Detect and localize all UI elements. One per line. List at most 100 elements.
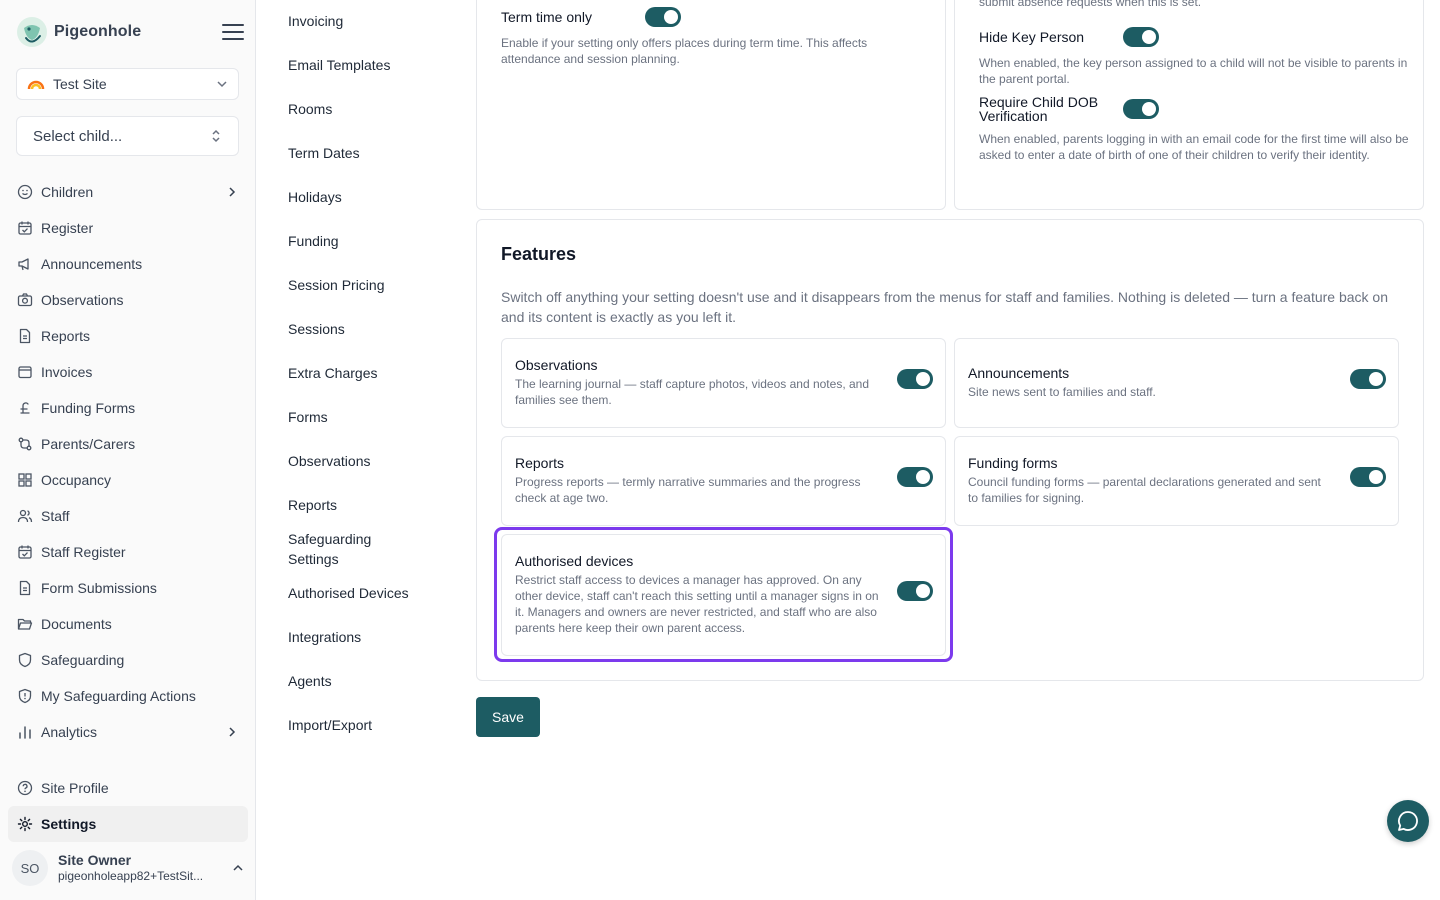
save-button[interactable]: Save bbox=[476, 697, 540, 737]
settings-nav-funding[interactable]: Funding bbox=[288, 231, 428, 251]
sidebar-item-site-profile[interactable]: Site Profile bbox=[8, 770, 248, 806]
sidebar-item-label: Invoices bbox=[41, 364, 93, 380]
require-dob-desc: When enabled, parents logging in with an… bbox=[979, 132, 1409, 162]
shield-icon bbox=[18, 652, 32, 668]
megaphone-icon bbox=[18, 258, 29, 271]
features-desc: Switch off anything your setting doesn't… bbox=[501, 289, 1388, 325]
reports-toggle[interactable] bbox=[897, 467, 933, 487]
features-title: Features bbox=[501, 244, 577, 264]
rainbow-icon bbox=[27, 80, 45, 90]
child-select-placeholder: Select child... bbox=[33, 127, 123, 145]
sidebar-item-label: Staff Register bbox=[41, 544, 126, 560]
settings-nav-safeguarding-settings[interactable]: Safeguarding Settings bbox=[288, 529, 388, 569]
hide-key-person-toggle[interactable] bbox=[1123, 27, 1159, 47]
require-dob-toggle[interactable] bbox=[1123, 99, 1159, 119]
pigeon-logo-icon bbox=[17, 17, 47, 47]
sidebar-item-form-submissions[interactable]: Form Submissions bbox=[8, 570, 248, 606]
smile-icon bbox=[17, 184, 33, 200]
chevron-down-icon bbox=[217, 81, 227, 88]
sidebar-item-analytics[interactable]: Analytics bbox=[8, 714, 248, 750]
sidebar-item-register[interactable]: Register bbox=[8, 210, 248, 246]
settings-nav-reports[interactable]: Reports bbox=[288, 495, 428, 515]
sidebar-item-children[interactable]: Children bbox=[8, 174, 248, 210]
sidebar-item-funding-forms[interactable]: Funding Forms bbox=[8, 390, 248, 426]
feature-title: Funding forms bbox=[968, 455, 1058, 471]
feature-funding-forms: Funding forms Council funding forms — pa… bbox=[954, 436, 1399, 526]
sidebar-item-label: My Safeguarding Actions bbox=[41, 688, 196, 704]
chat-button[interactable] bbox=[1387, 800, 1429, 842]
sidebar-item-observations[interactable]: Observations bbox=[8, 282, 248, 318]
settings-nav-extra-charges[interactable]: Extra Charges bbox=[288, 363, 428, 383]
sidebar-item-parents-carers[interactable]: Parents/Carers bbox=[8, 426, 248, 462]
settings-nav-forms[interactable]: Forms bbox=[288, 407, 428, 427]
settings-nav-term-dates[interactable]: Term Dates bbox=[288, 143, 428, 163]
sidebar-item-label: Register bbox=[41, 220, 94, 236]
sidebar-item-invoices[interactable]: Invoices bbox=[8, 354, 248, 390]
user-name: Site Owner bbox=[58, 852, 132, 868]
sidebar-item-reports[interactable]: Reports bbox=[8, 318, 248, 354]
hide-key-person-desc: When enabled, the key person assigned to… bbox=[979, 56, 1408, 86]
site-select-value: Test Site bbox=[53, 76, 107, 92]
document-icon bbox=[19, 580, 31, 596]
shield-alert-icon bbox=[18, 688, 32, 704]
settings-nav-integrations[interactable]: Integrations bbox=[288, 627, 428, 647]
sidebar-item-label: Analytics bbox=[41, 724, 98, 740]
settings-nav-rooms[interactable]: Rooms bbox=[288, 99, 428, 119]
feature-title: Announcements bbox=[968, 365, 1070, 381]
sidebar-item-documents[interactable]: Documents bbox=[8, 606, 248, 642]
sidebar-item-staff[interactable]: Staff bbox=[8, 498, 248, 534]
general-settings-card: Term time only Enable if your setting on… bbox=[476, 0, 946, 210]
term-time-label: Term time only bbox=[501, 9, 593, 25]
site-select[interactable]: Test Site bbox=[16, 68, 239, 100]
sidebar-item-my-safeguarding-actions[interactable]: My Safeguarding Actions bbox=[8, 678, 248, 714]
chat-bubble-icon bbox=[1398, 811, 1418, 831]
git-compare-icon bbox=[18, 437, 32, 451]
authorised-devices-toggle[interactable] bbox=[897, 581, 933, 601]
sidebar-item-label: Staff bbox=[41, 508, 70, 524]
child-select[interactable]: Select child... bbox=[16, 116, 239, 156]
settings-nav-session-pricing[interactable]: Session Pricing bbox=[288, 275, 428, 295]
settings-nav-invoicing[interactable]: Invoicing bbox=[288, 11, 428, 31]
announcements-toggle[interactable] bbox=[1350, 369, 1386, 389]
settings-nav-observations[interactable]: Observations bbox=[288, 451, 428, 471]
settings-nav-agents[interactable]: Agents bbox=[288, 671, 428, 691]
menu-toggle-button[interactable] bbox=[218, 20, 248, 44]
settings-nav-import-export[interactable]: Import/Export bbox=[288, 715, 428, 735]
settings-nav-email-templates[interactable]: Email Templates bbox=[288, 55, 428, 75]
sidebar-item-label: Documents bbox=[41, 616, 112, 632]
grid-icon bbox=[18, 473, 32, 487]
feature-desc: Site news sent to families and staff. bbox=[968, 385, 1156, 399]
require-dob-label: Require Child DOB Verification bbox=[979, 94, 1099, 124]
observations-toggle[interactable] bbox=[897, 369, 933, 389]
brand-name: Pigeonhole bbox=[54, 23, 142, 40]
sidebar-item-label: Occupancy bbox=[41, 472, 112, 488]
sidebar-item-occupancy[interactable]: Occupancy bbox=[8, 462, 248, 498]
sidebar-item-label: Children bbox=[41, 184, 94, 200]
help-circle-icon bbox=[17, 780, 33, 796]
user-menu[interactable]: SO Site Owner pigeonholeapp82+TestSit... bbox=[12, 848, 244, 888]
camera-icon bbox=[17, 293, 33, 307]
settings-nav-sessions[interactable]: Sessions bbox=[288, 319, 428, 339]
brand[interactable]: Pigeonhole bbox=[16, 14, 141, 50]
settings-nav-authorised-devices[interactable]: Authorised Devices bbox=[288, 583, 428, 603]
term-time-toggle[interactable] bbox=[645, 7, 681, 27]
funding-forms-toggle[interactable] bbox=[1350, 467, 1386, 487]
hamburger-icon bbox=[222, 24, 244, 40]
sidebar: Pigeonhole Test Site Select child... Chi… bbox=[0, 0, 256, 900]
sidebar-item-label: Funding Forms bbox=[41, 400, 136, 416]
feature-title: Authorised devices bbox=[515, 553, 634, 569]
settings-nav-holidays[interactable]: Holidays bbox=[288, 187, 428, 207]
folder-open-icon bbox=[17, 618, 33, 630]
sidebar-item-safeguarding[interactable]: Safeguarding bbox=[8, 642, 248, 678]
user-info: Site Owner pigeonholeapp82+TestSit... bbox=[58, 852, 203, 884]
chevron-updown-icon bbox=[212, 129, 220, 143]
users-icon bbox=[17, 509, 33, 523]
sidebar-item-label: Reports bbox=[41, 328, 91, 344]
feature-announcements: Announcements Site news sent to families… bbox=[954, 338, 1399, 428]
sidebar-item-settings[interactable]: Settings bbox=[8, 806, 248, 842]
sidebar-item-staff-register[interactable]: Staff Register bbox=[8, 534, 248, 570]
sidebar-item-announcements[interactable]: Announcements bbox=[8, 246, 248, 282]
sidebar-item-label: Safeguarding bbox=[41, 652, 125, 668]
feature-desc: Restrict staff access to devices a manag… bbox=[515, 573, 879, 635]
feature-authorised-devices: Authorised devices Restrict staff access… bbox=[501, 534, 946, 656]
